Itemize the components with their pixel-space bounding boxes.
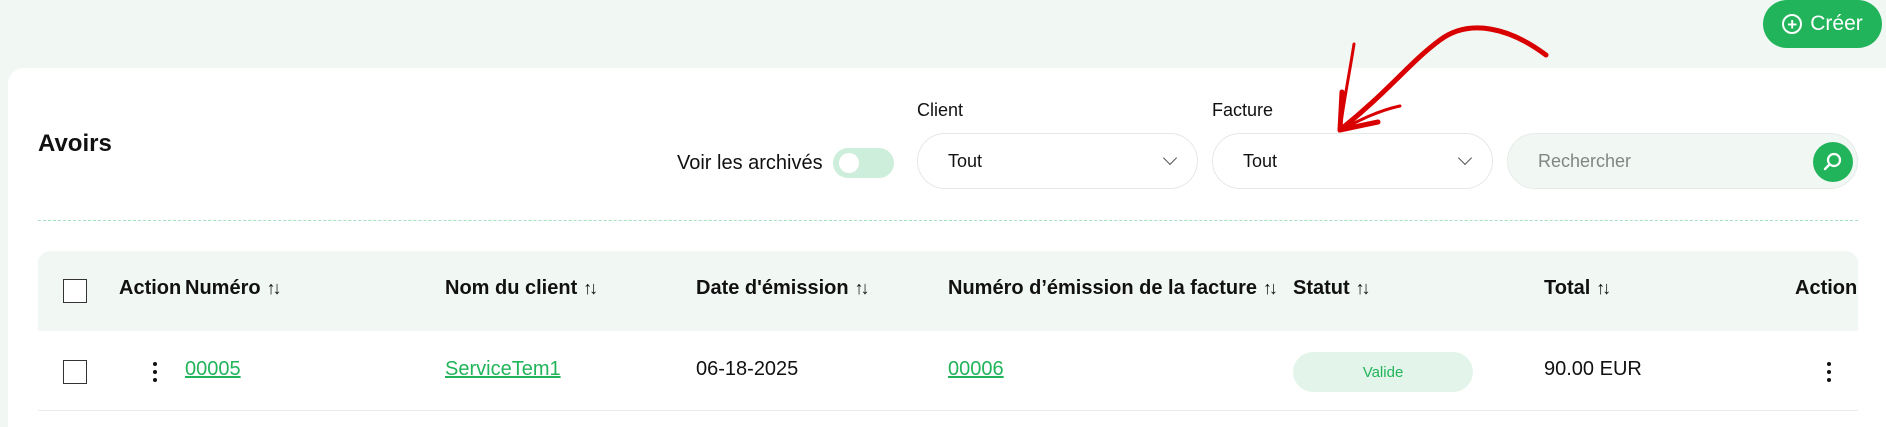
total-amount: 90.00 EUR	[1544, 358, 1642, 380]
invoice-filter-value: Tout	[1243, 150, 1278, 171]
select-all-checkbox[interactable]	[63, 279, 87, 303]
sort-icon: ↑↓	[1262, 278, 1278, 298]
column-header-invoice-number-label: Numéro d’émission de la facture	[948, 277, 1257, 299]
column-header-action-right: Action	[1795, 277, 1858, 299]
archive-toggle[interactable]	[832, 148, 894, 178]
archive-toggle-label: Voir les archivés	[677, 151, 823, 174]
search-button[interactable]	[1813, 142, 1853, 182]
credit-notes-card: Avoirs Voir les archivés Client Tout Fac…	[8, 68, 1886, 427]
column-header-client-name-label: Nom du client	[445, 277, 578, 299]
column-header-total-label: Total	[1544, 277, 1591, 299]
search-icon	[1823, 152, 1842, 171]
column-header-client-name[interactable]: Nom du client ↑↓	[445, 277, 598, 300]
client-filter-label: Client	[917, 100, 964, 120]
column-header-number[interactable]: Numéro ↑↓	[185, 277, 282, 300]
column-header-action: Action	[119, 277, 182, 299]
client-name-link[interactable]: ServiceTem1	[445, 358, 561, 381]
page-title: Avoirs	[38, 130, 112, 157]
row-actions-kebab-icon[interactable]	[145, 359, 165, 385]
search-input[interactable]	[1538, 150, 1798, 172]
column-header-status-label: Statut	[1293, 277, 1350, 299]
row-menu-kebab-icon[interactable]	[1819, 359, 1839, 385]
client-filter-select[interactable]: Tout	[917, 133, 1198, 189]
sort-icon: ↑↓	[854, 278, 870, 298]
column-header-issue-date-label: Date d'émission	[696, 277, 849, 299]
table-header: Action Numéro ↑↓ Nom du client ↑↓ Date d'é…	[38, 251, 1858, 331]
section-divider	[38, 220, 1858, 221]
sort-icon: ↑↓	[583, 278, 598, 298]
invoice-number-link[interactable]: 00006	[948, 358, 1004, 381]
create-button-label: Créer	[1810, 12, 1863, 35]
chevron-down-icon	[1457, 150, 1473, 166]
invoice-filter-label: Facture	[1212, 100, 1274, 120]
column-header-number-label: Numéro	[185, 277, 261, 299]
sort-icon: ↑↓	[1355, 278, 1371, 298]
red-annotation-arrow-icon	[1337, 25, 1549, 133]
credit-note-number-link[interactable]: 00005	[185, 358, 241, 381]
column-header-total[interactable]: Total ↑↓	[1544, 277, 1611, 300]
chevron-down-icon	[1162, 150, 1178, 166]
sort-icon: ↑↓	[266, 278, 282, 298]
plus-circle-icon: +	[1782, 14, 1803, 34]
client-filter-value: Tout	[948, 150, 983, 171]
status-badge: Valide	[1293, 352, 1473, 392]
create-button[interactable]: + Créer	[1763, 0, 1882, 48]
column-header-status[interactable]: Statut ↑↓	[1293, 277, 1371, 300]
row-checkbox[interactable]	[63, 360, 87, 384]
archive-filter: Voir les archivés	[677, 148, 894, 178]
issue-date: 06-18-2025	[696, 358, 799, 380]
column-header-invoice-number[interactable]: Numéro d’émission de la facture ↑↓	[948, 277, 1278, 300]
column-header-issue-date[interactable]: Date d'émission ↑↓	[696, 277, 870, 300]
sort-icon: ↑↓	[1596, 278, 1611, 298]
table-row: 00005 ServiceTem1 06-18-2025 00006 Valid…	[38, 331, 1858, 411]
toggle-knob	[838, 153, 859, 173]
